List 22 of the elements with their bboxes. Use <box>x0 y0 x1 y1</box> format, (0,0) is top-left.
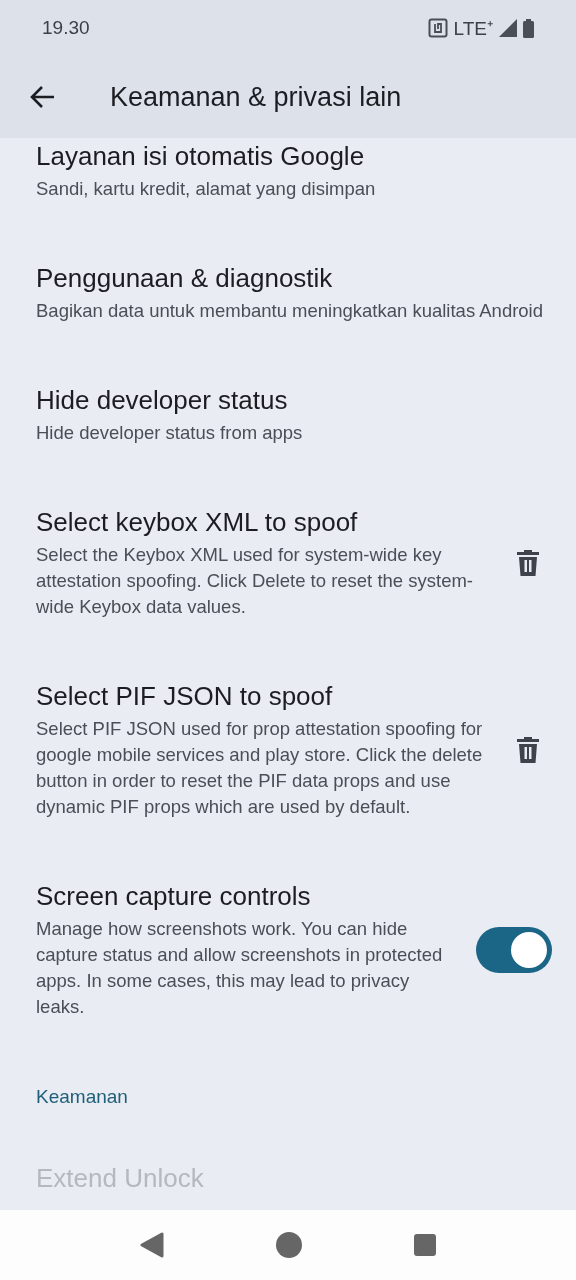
setting-title[interactable]: Screen capture controls <box>36 880 456 912</box>
setting-description: Manage how screenshots work. You can hide capture status and allow screenshots in protected apps. In some cases, this may lead to privacy leaks. <box>36 917 444 1019</box>
setting-description: Sandi, kartu kredit, alamat yang disimpan <box>36 177 377 201</box>
page-title: Keamanan & privasi lain <box>110 81 402 113</box>
battery-icon <box>523 18 534 38</box>
setting-description: Hide developer status from apps <box>36 421 304 445</box>
setting-title[interactable]: Penggunaan & diagnostik <box>36 262 552 294</box>
signal-icon <box>499 19 517 37</box>
setting-title[interactable]: Layanan isi otomatis Google <box>36 140 552 172</box>
setting-description: Bagikan data untuk membantu meningkatkan kualitas Android <box>36 299 544 323</box>
setting-description: Select PIF JSON used for prop attestation spoofing for google mobile services and play store. Click the delete button in order to reset the PIF data props and use dynamic PIF props which are used by default. <box>36 717 484 819</box>
setting-title[interactable]: Select keybox XML to spoof <box>36 506 490 538</box>
home-nav-icon[interactable] <box>276 1232 302 1258</box>
setting-description: Select the Keybox XML used for system-wide key attestation spoofing. Click Delete to reset the system-wide Keybox data values. <box>36 543 474 619</box>
setting-title[interactable]: Hide developer status <box>36 384 552 416</box>
network-type: LTE⁺ <box>453 17 493 41</box>
status-time: 19.30 <box>42 17 90 39</box>
back-nav-icon[interactable] <box>140 1232 164 1258</box>
toggle-switch[interactable] <box>476 927 552 973</box>
nfc-icon <box>427 18 448 38</box>
section-header: Keamanan <box>35 1085 129 1109</box>
setting-title[interactable]: Select PIF JSON to spoof <box>36 680 490 712</box>
